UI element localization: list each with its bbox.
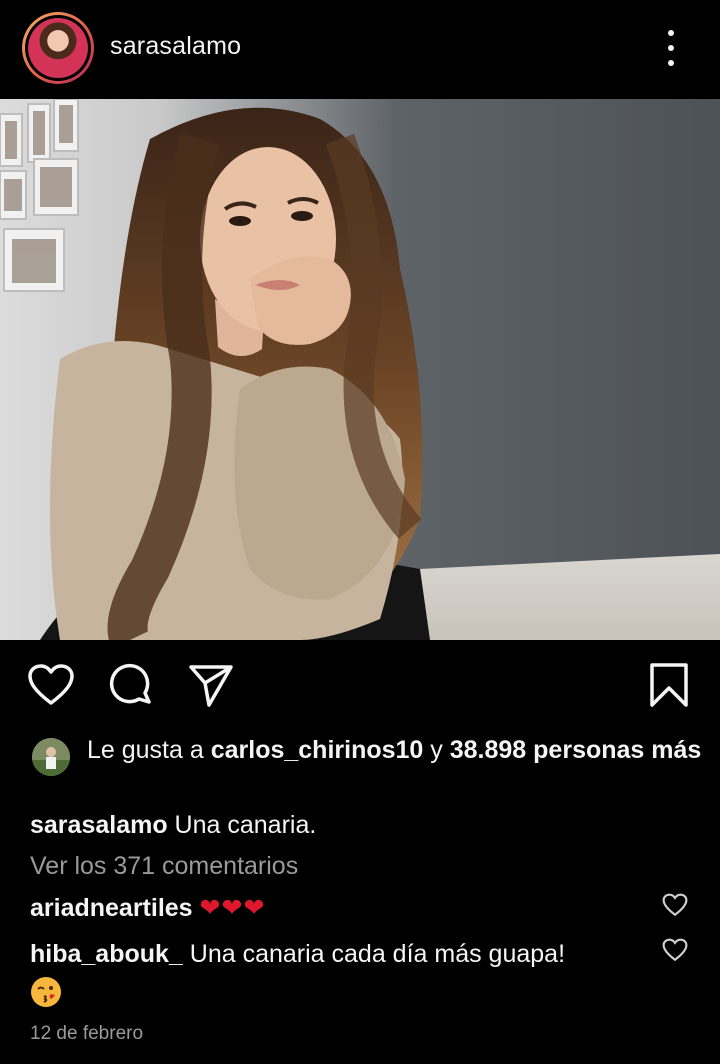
send-icon[interactable] <box>186 656 236 714</box>
comment-heart-icon[interactable] <box>662 893 688 917</box>
comment-item: hiba_abouk_ Una canaria cada día más gua… <box>30 938 650 970</box>
comment-username[interactable]: hiba_abouk_ <box>30 940 183 968</box>
likes-connector: y <box>423 736 450 764</box>
avatar-image <box>28 18 88 78</box>
comment-item: ariadneartiles ❤❤❤ <box>30 892 650 924</box>
likes-prefix: Le gusta a <box>87 736 211 764</box>
view-comments-link[interactable]: Ver los 371 comentarios <box>30 852 298 881</box>
comment-username[interactable]: ariadneartiles <box>30 894 193 922</box>
heart-icon[interactable] <box>26 656 76 714</box>
post-caption: sarasalamo Una canaria. <box>30 810 316 840</box>
avatar-border <box>25 15 91 81</box>
post-username[interactable]: sarasalamo <box>110 32 241 61</box>
post-photo[interactable] <box>0 99 720 640</box>
kiss-emoji-icon <box>30 976 62 1008</box>
caption-text: Una canaria. <box>167 811 317 839</box>
comment-icon[interactable] <box>106 656 156 714</box>
caption-username[interactable]: sarasalamo <box>30 811 168 839</box>
comment-text: Una canaria cada día más guapa! <box>182 940 566 968</box>
more-options-icon[interactable] <box>658 30 684 66</box>
likes-count-link[interactable]: 38.898 personas más <box>450 736 702 764</box>
bookmark-icon[interactable] <box>644 656 694 714</box>
post-date: 12 de febrero <box>30 1023 144 1044</box>
likes-text: Le gusta a carlos_chirinos10 y 38.898 pe… <box>87 734 707 767</box>
post-header: sarasalamo <box>0 0 720 98</box>
profile-avatar[interactable] <box>22 12 94 84</box>
first-liker-link[interactable]: carlos_chirinos10 <box>211 736 424 764</box>
comment-heart-icon[interactable] <box>662 938 688 962</box>
liker-avatar[interactable] <box>32 738 70 776</box>
post-actions <box>0 656 720 716</box>
comment-text: ❤❤❤ <box>199 894 266 922</box>
